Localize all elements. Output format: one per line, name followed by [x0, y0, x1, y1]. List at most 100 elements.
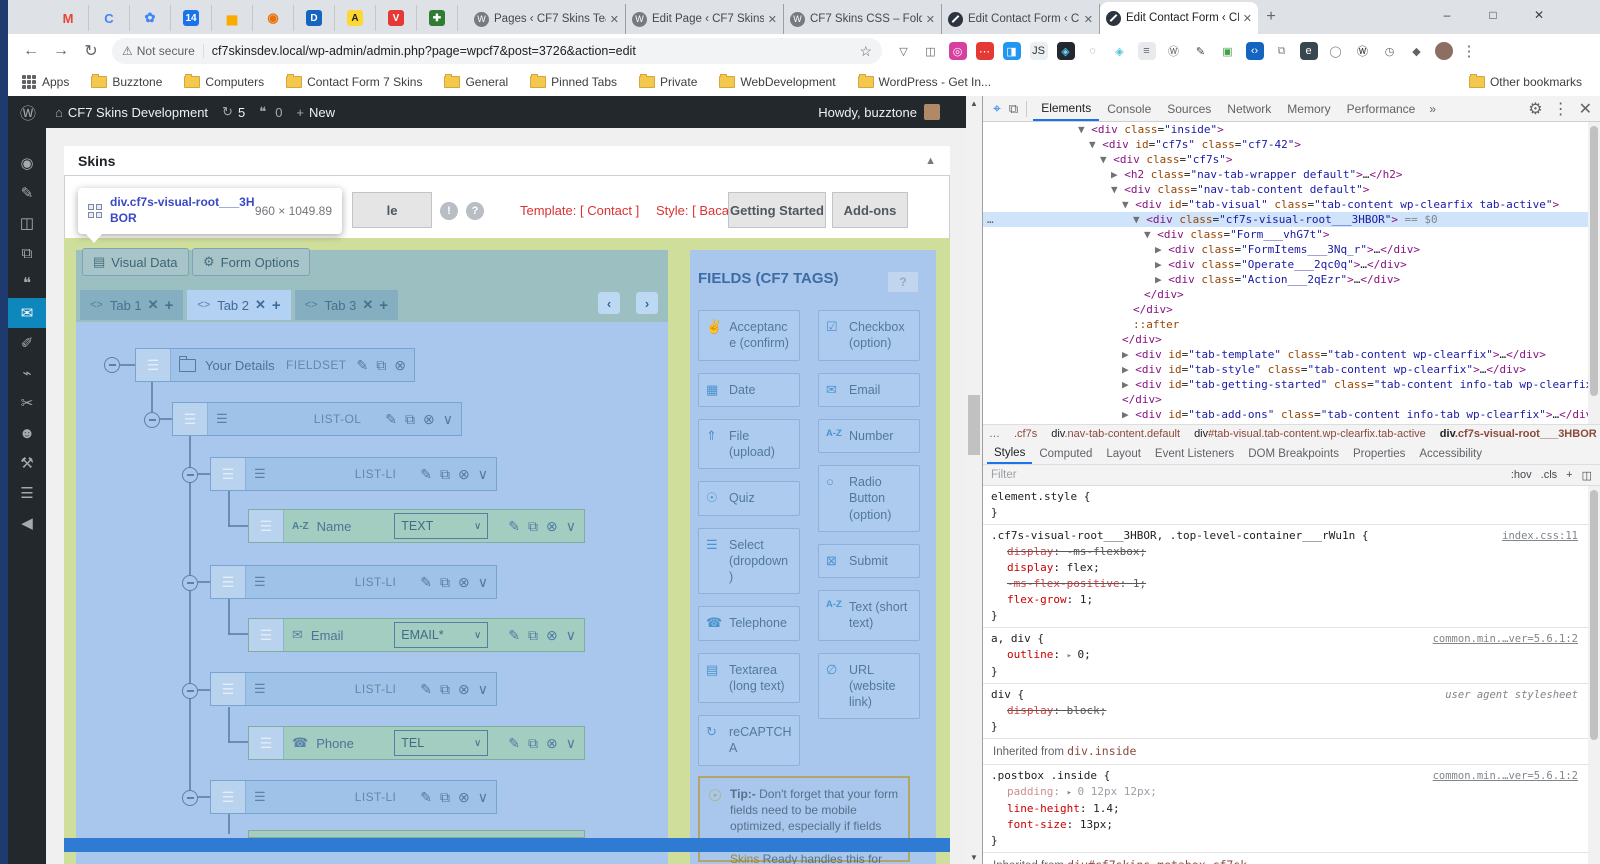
instagram-icon[interactable]: ◎ — [944, 39, 971, 63]
tree-row-list-li[interactable]: ☰☰LIST-LI✎⧉⊗∨ — [210, 780, 497, 814]
copy-icon[interactable]: ⧉ — [440, 466, 450, 483]
green-selector-icon[interactable]: ▣ — [1214, 39, 1241, 63]
react-devtools-dark-icon[interactable]: ◈ — [1052, 39, 1079, 63]
delete-icon[interactable]: ⊗ — [458, 574, 470, 591]
screenshot-camera-icon[interactable]: ◫ — [917, 39, 944, 63]
dom-tree-line[interactable]: ▼ <div class="cf7s"> — [983, 152, 1588, 167]
inherited-node-link[interactable]: div#cf7skins-metabox.cf7sk… — [1067, 858, 1254, 864]
dom-tree-line[interactable]: </div> — [983, 392, 1588, 407]
stylesheet-source-link[interactable]: common.min.…ver=5.6.1:2 — [1433, 768, 1578, 784]
class-toggle[interactable]: .cls — [1541, 469, 1558, 481]
clipboard-icon[interactable]: ⧉ — [1268, 39, 1295, 63]
delete-icon[interactable]: ⊗ — [394, 357, 406, 374]
updates-badge[interactable]: ↻5 — [222, 104, 245, 120]
new-tab-button[interactable]: + — [1258, 8, 1284, 28]
styles-tab-styles[interactable]: Styles — [987, 443, 1032, 464]
field-button-file-upload[interactable]: ⇑File (upload) — [698, 419, 800, 470]
devtools-settings-icon[interactable]: ⚙ — [1528, 99, 1542, 119]
bookmark-folder[interactable]: Pinned Tabs — [530, 75, 617, 89]
browser-menu-icon[interactable]: ⋮ — [1457, 42, 1481, 60]
copy-icon[interactable]: ⧉ — [528, 518, 538, 535]
devtools-tab-sources[interactable]: Sources — [1159, 96, 1219, 121]
chevron-icon[interactable]: ∨ — [566, 627, 576, 644]
styles-tab-dom-breakpoints[interactable]: DOM Breakpoints — [1241, 443, 1346, 464]
dom-tree-line[interactable]: </div> — [983, 302, 1588, 317]
dom-tree-line[interactable]: ::after — [983, 317, 1588, 332]
breadcrumb-item[interactable]: div.nav-tab-content.default — [1051, 428, 1180, 440]
field-button-acceptance[interactable]: ✌Acceptance (confirm) — [698, 310, 800, 361]
tree-row-list-li[interactable]: ☰☰LIST-LI✎⧉⊗∨ — [210, 457, 497, 491]
fields-help-badge[interactable]: ? — [888, 272, 918, 292]
breadcrumb-item[interactable]: div.cf7s-visual-root___3HBOR — [1440, 428, 1597, 440]
dom-tree-line[interactable]: ▶ <div id="tab-template" class="tab-cont… — [983, 347, 1588, 362]
field-button-text-short[interactable]: A-ZText (short text) — [818, 590, 920, 641]
pinned-tab-red-v[interactable]: V — [376, 5, 417, 31]
sidebar-item-collapse-menu[interactable]: ◀ — [8, 508, 46, 538]
dom-tree-line[interactable]: ▶ <h2 class="nav-tab-wrapper default">…<… — [983, 167, 1588, 182]
metabox-header[interactable]: Skins ▲ — [64, 146, 950, 176]
chevron-icon[interactable]: ∨ — [478, 466, 488, 483]
chevron-icon[interactable]: ∨ — [566, 518, 576, 535]
inspect-element-icon[interactable]: ⌖ — [993, 100, 1001, 117]
panes-icon[interactable]: ◫ — [1582, 469, 1592, 482]
styles-tab-accessibility[interactable]: Accessibility — [1412, 443, 1489, 464]
metabox-collapse-icon[interactable]: ▲ — [925, 155, 936, 167]
add-tab-icon[interactable]: + — [379, 297, 388, 314]
bookmark-star-icon[interactable]: ☆ — [859, 43, 872, 60]
stylesheet-source-link[interactable]: common.min.…ver=5.6.1:2 — [1433, 631, 1578, 647]
tabs-prev-button[interactable]: ‹ — [598, 292, 620, 314]
styles-tab-layout[interactable]: Layout — [1099, 443, 1148, 464]
sidebar-item-posts[interactable]: ✎ — [8, 178, 46, 208]
pinned-tab-blue-flower[interactable]: ✿ — [130, 5, 171, 31]
delete-icon[interactable]: ⊗ — [546, 735, 558, 752]
pinned-tab-blue-d[interactable]: D — [294, 5, 335, 31]
styles-scrollbar-thumb[interactable] — [1590, 490, 1598, 740]
page-scrollbar-thumb[interactable] — [968, 395, 980, 455]
wordpress-dark-icon[interactable]: Ⓦ — [1349, 39, 1376, 63]
css-property[interactable]: line-height: 1.4; — [991, 801, 1578, 817]
tree-row-name[interactable]: ☰A-ZNameTEXT∨✎⧉⊗∨ — [248, 509, 585, 543]
field-button-quiz[interactable]: ☉Quiz — [698, 481, 800, 515]
edit-icon[interactable]: ✎ — [420, 466, 432, 483]
pinned-tab-green-sheet[interactable]: ✚ — [417, 5, 458, 31]
dom-tree-line[interactable]: …▼ <div class="cf7s-visual-root___3HBOR"… — [983, 212, 1588, 227]
field-button-url[interactable]: ∅URL (website link) — [818, 653, 920, 720]
browser-tab-3[interactable]: WCF7 Skins CSS – Folders & File✕ — [784, 4, 942, 34]
devtools-tab-performance[interactable]: Performance — [1339, 96, 1424, 121]
history-clock-icon[interactable]: ◷ — [1376, 39, 1403, 63]
field-button-select-dropdown[interactable]: ☰Select (dropdown) — [698, 528, 800, 595]
gutter-ellipsis[interactable]: … — [987, 212, 994, 227]
tab-close-icon[interactable]: ✕ — [926, 13, 935, 26]
wordpress-gray-icon[interactable]: Ⓦ — [1160, 39, 1187, 63]
tree-row-phone[interactable]: ☰☎PhoneTEL∨✎⧉⊗∨ — [248, 726, 585, 760]
dom-tree-line[interactable]: ▶ <div id="tab-add-ons" class="tab-conte… — [983, 407, 1588, 422]
bookmark-folder[interactable]: WordPress - Get In... — [858, 75, 991, 89]
close-tab-icon[interactable]: ✕ — [148, 297, 159, 313]
dom-tree-line[interactable]: </div> — [983, 287, 1588, 302]
edit-icon[interactable]: ✎ — [508, 627, 520, 644]
gray-ring-icon[interactable]: ◌ — [1079, 39, 1106, 63]
tree-collapse-circle[interactable] — [144, 412, 160, 428]
back-button[interactable]: ← — [16, 42, 46, 60]
css-property[interactable]: display: block; — [991, 703, 1578, 719]
copy-icon[interactable]: ⧉ — [440, 574, 450, 591]
tabs-next-button[interactable]: › — [636, 292, 658, 314]
tree-row-list-li[interactable]: ☰☰LIST-LI✎⧉⊗∨ — [210, 565, 497, 599]
breadcrumb-item[interactable]: div#tab-visual.tab-content.wp-clearfix.t… — [1194, 428, 1426, 440]
css-property[interactable]: -ms-flex-positive: 1; — [991, 576, 1578, 592]
alert-badge[interactable]: ! — [440, 202, 458, 220]
tree-row-your-details[interactable]: ☰Your DetailsFIELDSET✎⧉⊗ — [135, 348, 415, 382]
breadcrumb-item[interactable]: .cf7s — [1014, 428, 1037, 440]
devtools-close-icon[interactable]: ✕ — [1579, 99, 1592, 119]
devtools-tab-memory[interactable]: Memory — [1279, 96, 1338, 121]
sidebar-item-settings[interactable]: ☰ — [8, 478, 46, 508]
sidebar-item-tools-scissors[interactable]: ✂ — [8, 388, 46, 418]
inherited-node-link[interactable]: div.inside — [1067, 744, 1136, 758]
red-dots-icon[interactable]: ⋯ — [971, 39, 998, 63]
sidebar-item-dashboard[interactable]: ◉ — [8, 148, 46, 178]
delete-icon[interactable]: ⊗ — [458, 466, 470, 483]
tree-collapse-circle[interactable] — [182, 467, 198, 483]
delete-icon[interactable]: ⊗ — [423, 411, 435, 428]
edit-this-cookie-icon[interactable]: e — [1295, 39, 1322, 63]
field-button-telephone[interactable]: ☎Telephone — [698, 606, 800, 640]
